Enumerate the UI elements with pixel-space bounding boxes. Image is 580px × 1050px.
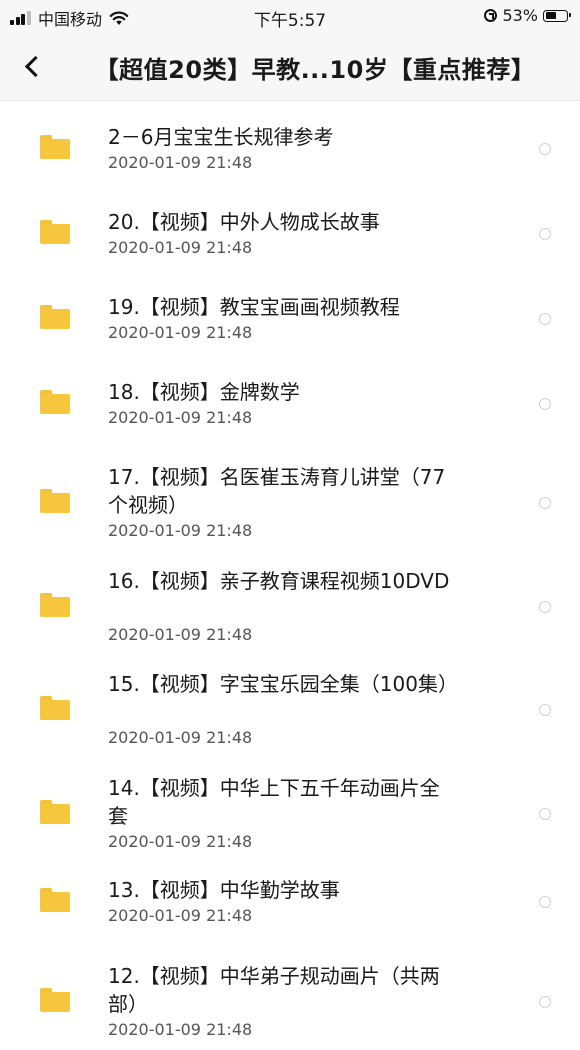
select-radio[interactable] [539, 601, 551, 613]
status-bar: 中国移动 下午5:57 53% [0, 0, 580, 34]
file-name: 13.【视频】中华勤学故事 [108, 878, 340, 902]
folder-icon [40, 888, 70, 912]
file-name: 12.【视频】中华弟子规动画片（共两部） [108, 964, 440, 1016]
select-radio[interactable] [539, 398, 551, 410]
status-right: 53% [484, 6, 571, 25]
select-radio[interactable] [539, 497, 551, 509]
folder-icon [40, 135, 70, 159]
select-radio[interactable] [539, 704, 551, 716]
file-row[interactable]: 2－6月宝宝生长规律参考 2020-01-09 21:48 [0, 115, 580, 183]
file-row[interactable]: 14.【视频】中华上下五千年动画片全套 2020-01-09 21:48 [0, 766, 580, 862]
file-row[interactable]: 15.【视频】字宝宝乐园全集（100集） 2020-01-09 21:48 [0, 662, 580, 758]
file-date: 2020-01-09 21:48 [108, 832, 253, 851]
file-date: 2020-01-09 21:48 [108, 728, 253, 747]
file-row[interactable]: 12.【视频】中华弟子规动画片（共两部） 2020-01-09 21:48 [0, 954, 580, 1050]
file-name: 20.【视频】中外人物成长故事 [108, 210, 380, 234]
file-date: 2020-01-09 21:48 [108, 323, 253, 342]
folder-icon [40, 988, 70, 1012]
file-row[interactable]: 20.【视频】中外人物成长故事 2020-01-09 21:48 [0, 200, 580, 268]
file-name: 16.【视频】亲子教育课程视频10DVD [108, 569, 450, 593]
file-row[interactable]: 17.【视频】名医崔玉涛育儿讲堂（77个视频） 2020-01-09 21:48 [0, 455, 580, 551]
select-radio[interactable] [539, 896, 551, 908]
file-row[interactable]: 16.【视频】亲子教育课程视频10DVD 2020-01-09 21:48 [0, 559, 580, 655]
select-radio[interactable] [539, 808, 551, 820]
battery-icon [543, 9, 571, 22]
folder-icon [40, 305, 70, 329]
file-row[interactable]: 19.【视频】教宝宝画画视频教程 2020-01-09 21:48 [0, 285, 580, 353]
file-name: 18.【视频】金牌数学 [108, 380, 300, 404]
folder-icon [40, 489, 70, 513]
file-date: 2020-01-09 21:48 [108, 521, 253, 540]
file-date: 2020-01-09 21:48 [108, 238, 253, 257]
file-date: 2020-01-09 21:48 [108, 906, 253, 925]
folder-icon [40, 220, 70, 244]
file-date: 2020-01-09 21:48 [108, 408, 253, 427]
select-radio[interactable] [539, 313, 551, 325]
select-radio[interactable] [539, 143, 551, 155]
battery-percent: 53% [502, 6, 538, 25]
file-date: 2020-01-09 21:48 [108, 1020, 253, 1039]
file-row[interactable]: 13.【视频】中华勤学故事 2020-01-09 21:48 [0, 868, 580, 936]
select-radio[interactable] [539, 996, 551, 1008]
file-date: 2020-01-09 21:48 [108, 625, 253, 644]
folder-icon [40, 593, 70, 617]
file-row[interactable]: 18.【视频】金牌数学 2020-01-09 21:48 [0, 370, 580, 438]
folder-icon [40, 800, 70, 824]
folder-icon [40, 696, 70, 720]
nav-bar: 【超值20类】早教...10岁【重点推荐】 [0, 34, 580, 101]
select-radio[interactable] [539, 228, 551, 240]
page-title: 【超值20类】早教...10岁【重点推荐】 [94, 56, 536, 84]
chevron-left-icon [24, 55, 46, 77]
file-name: 15.【视频】字宝宝乐园全集（100集） [108, 672, 458, 696]
back-button[interactable] [14, 48, 50, 84]
rotation-lock-icon [484, 9, 498, 22]
file-date: 2020-01-09 21:48 [108, 153, 253, 172]
file-name: 14.【视频】中华上下五千年动画片全套 [108, 776, 440, 828]
folder-icon [40, 390, 70, 414]
file-name: 17.【视频】名医崔玉涛育儿讲堂（77个视频） [108, 465, 446, 517]
file-name: 19.【视频】教宝宝画画视频教程 [108, 295, 400, 319]
file-name: 2－6月宝宝生长规律参考 [108, 125, 334, 149]
